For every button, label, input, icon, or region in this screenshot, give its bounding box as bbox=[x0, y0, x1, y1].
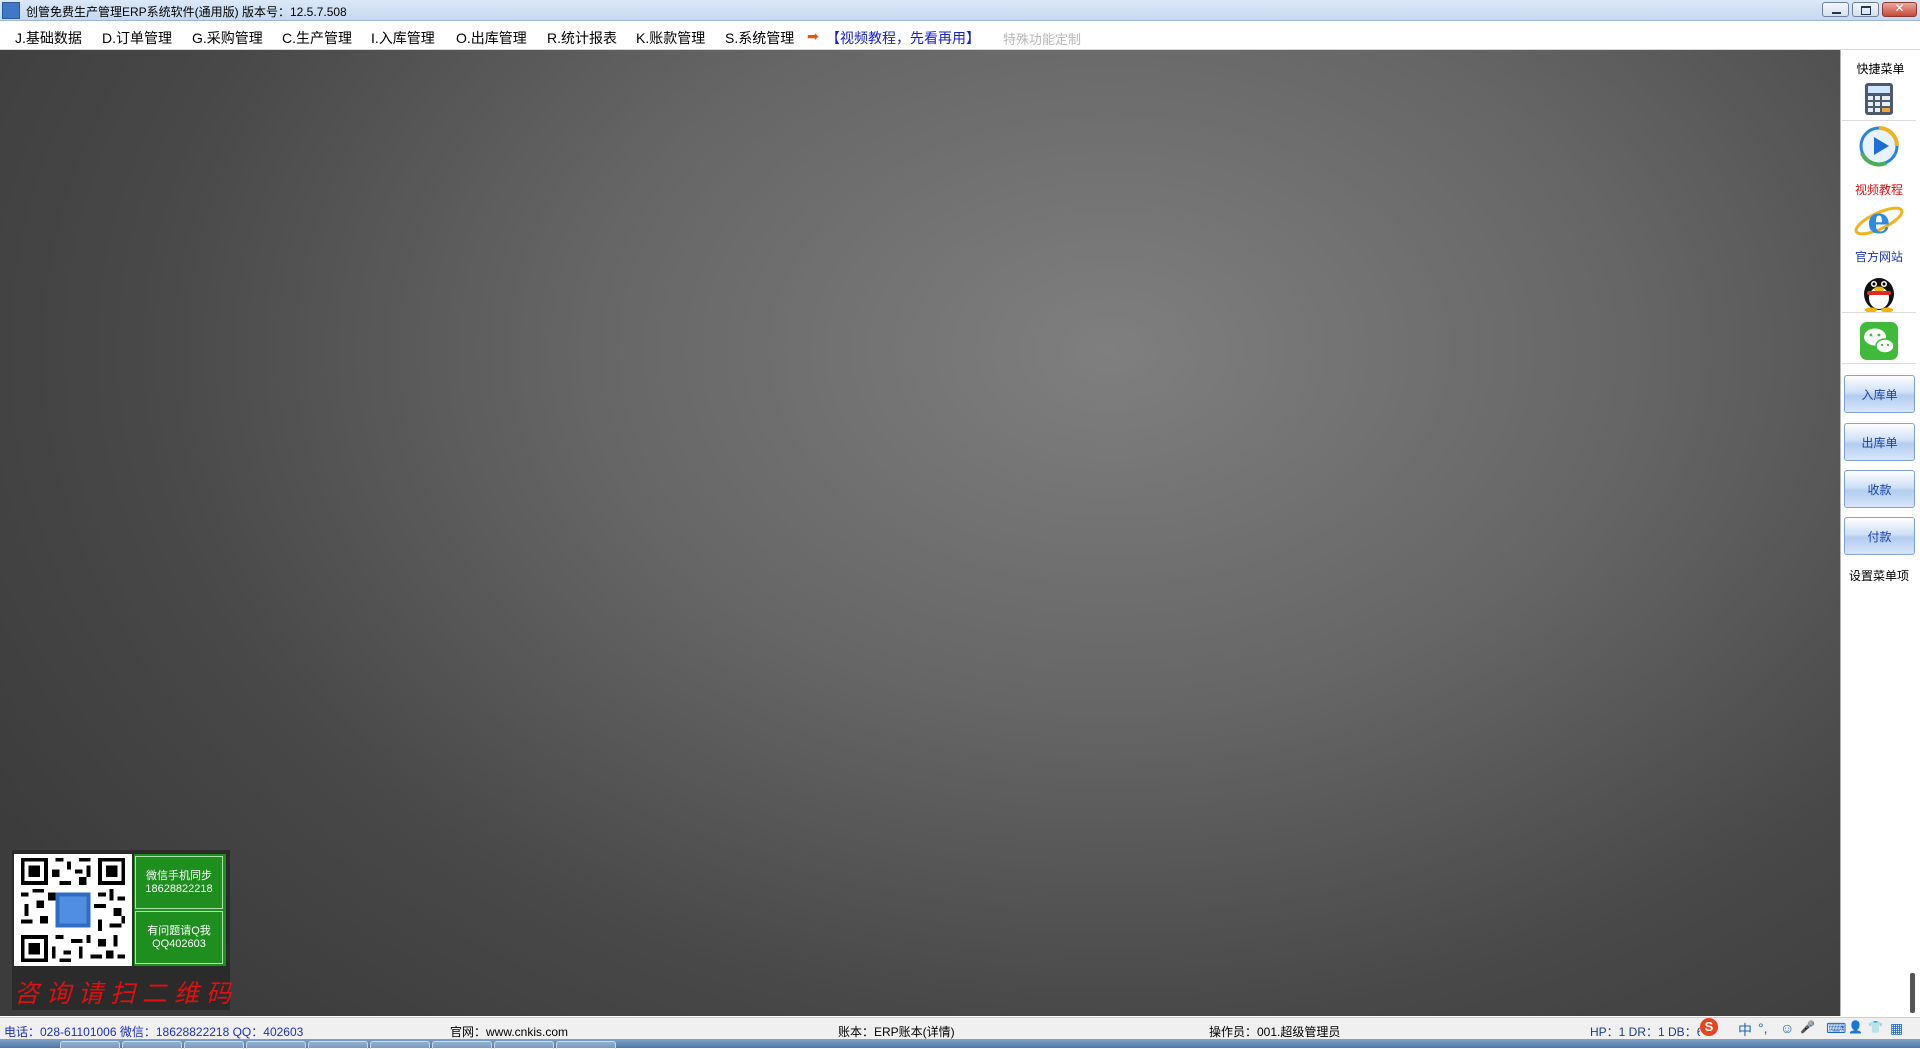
wechat-sync-number: 18628822218 bbox=[145, 883, 213, 895]
sogou-logo-icon[interactable]: S bbox=[1700, 1018, 1718, 1036]
menu-outbound-management[interactable]: O.出库管理 bbox=[456, 28, 527, 48]
promo-panel: 微信手机同步 18628822218 有问题请Q我 QQ402603 咨询请扫二… bbox=[12, 850, 239, 1010]
menu-purchase-management[interactable]: G.采购管理 bbox=[192, 28, 263, 48]
close-button[interactable]: ✕ bbox=[1882, 1, 1917, 17]
close-icon: ✕ bbox=[1894, 1, 1905, 15]
app-icon bbox=[2, 2, 20, 19]
wechat-sync-label: 微信手机同步 bbox=[146, 870, 212, 882]
qq-contact-number: QQ402603 bbox=[152, 938, 206, 950]
scrollbar-thumb[interactable] bbox=[1910, 973, 1915, 1013]
status-contact: 电话：028-61101006 微信：18628822218 QQ：402603 bbox=[4, 1025, 304, 1039]
qq-shortcut[interactable] bbox=[1842, 270, 1916, 313]
minimize-button[interactable] bbox=[1822, 2, 1849, 17]
main-workspace: 微信手机同步 18628822218 有问题请Q我 QQ402603 咨询请扫二… bbox=[0, 50, 1841, 1016]
qq-contact-label: 有问题请Q我 bbox=[147, 925, 211, 937]
svg-text:e: e bbox=[1868, 201, 1891, 241]
menu-order-management[interactable]: D.订单管理 bbox=[102, 28, 172, 48]
settings-menu-items[interactable]: 设置菜单项 bbox=[1841, 567, 1917, 584]
menu-system-management[interactable]: S.系统管理 bbox=[725, 28, 794, 48]
official-website-shortcut[interactable]: e bbox=[1842, 200, 1916, 242]
wechat-sync-cell: 微信手机同步 18628822218 bbox=[135, 856, 223, 909]
promo-contact-panel: 微信手机同步 18628822218 有问题请Q我 QQ402603 bbox=[134, 854, 226, 966]
qq-penguin-icon bbox=[1864, 278, 1894, 313]
video-tutorial-shortcut[interactable] bbox=[1842, 125, 1916, 167]
status-website: 官网：www.cnkis.com bbox=[450, 1025, 569, 1039]
payment-button[interactable]: 付款 bbox=[1844, 517, 1915, 555]
microphone-icon[interactable]: 🎤 bbox=[1800, 1020, 1815, 1034]
menu-inbound-management[interactable]: I.入库管理 bbox=[371, 28, 435, 48]
title-bar: 创管免费生产管理ERP系统软件(通用版) 版本号：12.5.7.508 ✕ bbox=[0, 0, 1920, 21]
menu-statistics-reports[interactable]: R.统计报表 bbox=[547, 28, 617, 48]
punctuation-icon[interactable]: °, bbox=[1758, 1020, 1768, 1036]
qr-code bbox=[14, 854, 132, 966]
toolbox-grid-icon[interactable]: ▦ bbox=[1890, 1020, 1903, 1037]
ime-toolbar: S 中 °, ☺ 🎤 ⌨ 👤 👕 ▦ bbox=[1700, 1018, 1920, 1038]
wechat-shortcut[interactable] bbox=[1842, 319, 1916, 364]
calculator-icon bbox=[1865, 83, 1893, 115]
menu-production-management[interactable]: C.生产管理 bbox=[282, 28, 352, 48]
smiley-icon[interactable]: ☺ bbox=[1780, 1020, 1794, 1036]
ie-browser-icon: e bbox=[1854, 200, 1904, 242]
inbound-order-button[interactable]: 入库单 bbox=[1844, 375, 1915, 413]
wechat-icon bbox=[1860, 322, 1898, 360]
receipt-button[interactable]: 收款 bbox=[1844, 470, 1915, 508]
qr-code-image bbox=[17, 854, 129, 966]
calculator-shortcut[interactable] bbox=[1842, 78, 1916, 121]
menu-bar: J.基础数据 D.订单管理 G.采购管理 C.生产管理 I.入库管理 O.出库管… bbox=[0, 21, 1920, 50]
special-feature-link[interactable]: 特殊功能定制 bbox=[1003, 29, 1081, 48]
ime-mode-icon[interactable]: 中 bbox=[1738, 1020, 1752, 1040]
video-tutorial-label[interactable]: 视频教程 bbox=[1841, 181, 1917, 198]
qq-contact-cell: 有问题请Q我 QQ402603 bbox=[135, 911, 223, 964]
scan-qr-text: 咨询请扫二维码 bbox=[14, 979, 239, 1008]
window-title: 创管免费生产管理ERP系统软件(通用版) 版本号：12.5.7.508 bbox=[26, 5, 347, 19]
keyboard-icon[interactable]: ⌨ bbox=[1826, 1020, 1846, 1037]
outbound-order-button[interactable]: 出库单 bbox=[1844, 423, 1915, 461]
restore-button[interactable] bbox=[1852, 2, 1879, 17]
arrow-right-icon: ➡ bbox=[807, 28, 819, 44]
status-hp-dr-db: HP：1 DR：1 DB：6 bbox=[1590, 1025, 1704, 1039]
user-icon[interactable]: 👤 bbox=[1848, 1020, 1863, 1034]
skin-icon[interactable]: 👕 bbox=[1868, 1020, 1883, 1034]
quick-menu-title: 快捷菜单 bbox=[1856, 62, 1905, 76]
official-website-label[interactable]: 官方网站 bbox=[1841, 248, 1917, 265]
status-account[interactable]: 账本：ERP账本(详情) bbox=[838, 1023, 955, 1040]
menu-accounts-management[interactable]: K.账款管理 bbox=[636, 28, 705, 48]
video-play-icon bbox=[1859, 126, 1899, 167]
status-operator: 操作员：001.超级管理员 bbox=[1209, 1025, 1341, 1039]
menu-basic-data[interactable]: J.基础数据 bbox=[15, 28, 82, 48]
status-bar: 电话：028-61101006 微信：18628822218 QQ：402603… bbox=[0, 1017, 1920, 1039]
video-tutorial-link[interactable]: 【视频教程，先看再用】 bbox=[826, 28, 980, 48]
